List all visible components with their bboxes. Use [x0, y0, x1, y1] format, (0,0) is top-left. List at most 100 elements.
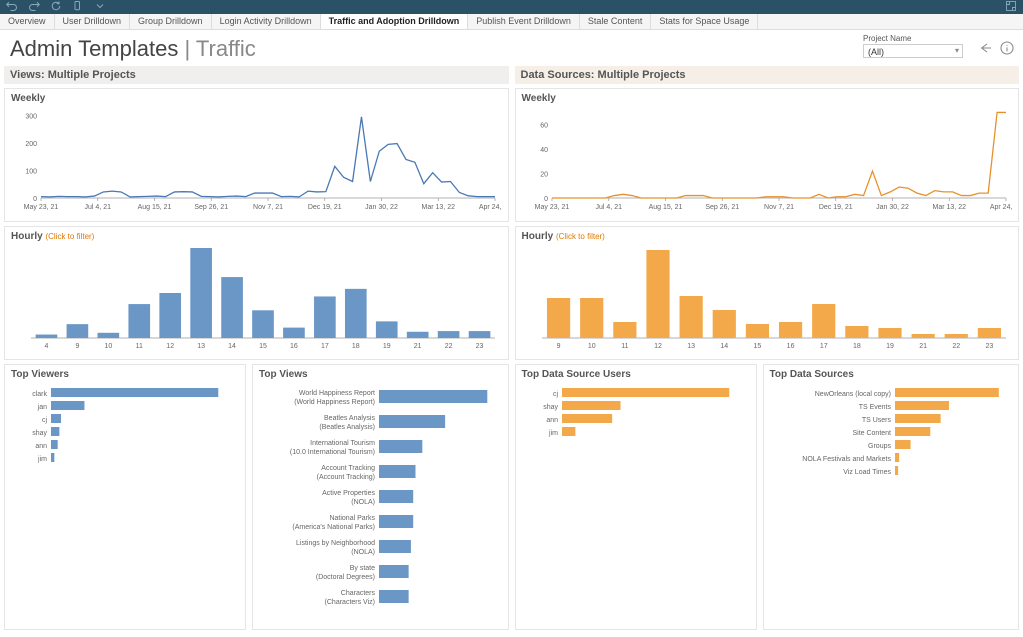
- svg-text:(10.0 International Tourism): (10.0 International Tourism): [290, 449, 375, 456]
- svg-text:ann: ann: [546, 417, 558, 424]
- svg-text:100: 100: [25, 169, 37, 176]
- chevron-down-icon[interactable]: [94, 0, 106, 15]
- svg-text:(NOLA): (NOLA): [351, 549, 375, 556]
- svg-text:13: 13: [197, 343, 205, 350]
- top-views-card: Top Views World Happiness Report(World H…: [252, 364, 509, 630]
- ds-hourly-card: Hourly (Click to filter) 910111213141516…: [515, 226, 1020, 360]
- svg-text:Mar 13, 22: Mar 13, 22: [422, 204, 456, 211]
- svg-text:Dec 19, 21: Dec 19, 21: [818, 204, 852, 211]
- svg-text:(Characters Viz): (Characters Viz): [325, 599, 375, 606]
- svg-text:0: 0: [544, 196, 548, 203]
- redo-icon[interactable]: [28, 0, 40, 15]
- top-ds-chart[interactable]: NewOrleans (local copy) TS Events TS Users…: [770, 382, 1008, 622]
- top-views-chart[interactable]: World Happiness Report(World Happiness R…: [259, 382, 497, 622]
- svg-text:11: 11: [621, 343, 628, 350]
- back-arrow-icon[interactable]: [977, 40, 993, 59]
- svg-text:jim: jim: [548, 430, 558, 437]
- svg-text:19: 19: [886, 343, 894, 350]
- svg-text:(World Happiness Report): (World Happiness Report): [294, 399, 375, 406]
- svg-text:13: 13: [687, 343, 695, 350]
- svg-text:(NOLA): (NOLA): [351, 499, 375, 506]
- top-ds-title: Top Data Sources: [770, 369, 1013, 380]
- svg-text:shay: shay: [543, 404, 558, 411]
- svg-text:22: 22: [952, 343, 960, 350]
- device-icon[interactable]: [72, 0, 84, 15]
- svg-text:Aug 15, 21: Aug 15, 21: [648, 204, 682, 211]
- views-hourly-card: Hourly (Click to filter) 491011121314151…: [4, 226, 509, 360]
- tab-login-activity[interactable]: Login Activity Drilldown: [212, 14, 321, 29]
- filter-select[interactable]: (All): [863, 44, 963, 58]
- svg-text:May 23, 21: May 23, 21: [24, 204, 59, 211]
- svg-text:Beatles Analysis: Beatles Analysis: [324, 415, 375, 422]
- svg-text:Site Content: Site Content: [852, 430, 891, 437]
- top-ds-card: Top Data Sources NewOrleans (local copy)…: [763, 364, 1020, 630]
- page-header: Admin Templates | Traffic Project Name (…: [0, 30, 1023, 66]
- views-panel-title: Views: Multiple Projects: [4, 66, 509, 84]
- svg-text:17: 17: [819, 343, 827, 350]
- svg-text:Jan 30, 22: Jan 30, 22: [365, 204, 398, 211]
- svg-text:cj: cj: [42, 417, 48, 424]
- svg-text:4: 4: [45, 343, 49, 350]
- svg-text:TS Users: TS Users: [861, 417, 891, 424]
- svg-text:By state: By state: [350, 565, 375, 572]
- refresh-icon[interactable]: [50, 0, 62, 15]
- svg-text:NewOrleans (local copy): NewOrleans (local copy): [814, 391, 890, 398]
- svg-text:Aug 15, 21: Aug 15, 21: [138, 204, 172, 211]
- svg-text:20: 20: [540, 172, 548, 179]
- top-ds-users-title: Top Data Source Users: [522, 369, 750, 380]
- top-viewers-title: Top Viewers: [11, 369, 239, 380]
- svg-text:Jan 30, 22: Jan 30, 22: [876, 204, 909, 211]
- svg-text:18: 18: [852, 343, 860, 350]
- svg-text:jim: jim: [37, 456, 47, 463]
- tab-publish-event[interactable]: Publish Event Drilldown: [468, 14, 580, 29]
- svg-text:21: 21: [414, 343, 422, 350]
- project-filter[interactable]: Project Name (All): [863, 34, 963, 58]
- svg-text:Jul 4, 21: Jul 4, 21: [595, 204, 622, 211]
- svg-text:Active Properties: Active Properties: [322, 490, 375, 497]
- tab-traffic-adoption[interactable]: Traffic and Adoption Drilldown: [321, 14, 469, 29]
- tab-space-usage[interactable]: Stats for Space Usage: [651, 14, 758, 29]
- svg-text:shay: shay: [32, 430, 47, 437]
- svg-text:9: 9: [75, 343, 79, 350]
- ds-weekly-title: Weekly: [522, 93, 1013, 104]
- filter-label: Project Name: [863, 34, 963, 43]
- tab-user-drilldown[interactable]: User Drilldown: [55, 14, 131, 29]
- top-viewers-chart[interactable]: clarkjancjshayannjim: [11, 382, 239, 622]
- views-weekly-card: Weekly 0100200300May 23, 21Jul 4, 21Aug …: [4, 88, 509, 222]
- svg-text:10: 10: [587, 343, 595, 350]
- ds-panel-title: Data Sources: Multiple Projects: [515, 66, 1020, 84]
- svg-text:40: 40: [540, 147, 548, 154]
- ds-hourly-chart[interactable]: 910111213141516171819212223: [522, 244, 1012, 352]
- svg-text:10: 10: [104, 343, 112, 350]
- views-weekly-title: Weekly: [11, 93, 502, 104]
- svg-text:21: 21: [919, 343, 927, 350]
- views-weekly-chart[interactable]: 0100200300May 23, 21Jul 4, 21Aug 15, 21S…: [11, 106, 501, 214]
- info-icon[interactable]: [999, 40, 1015, 59]
- svg-text:TS Events: TS Events: [858, 404, 891, 411]
- undo-icon[interactable]: [6, 0, 18, 15]
- tab-overview[interactable]: Overview: [0, 14, 55, 29]
- svg-text:14: 14: [228, 343, 236, 350]
- svg-text:(Doctoral Degrees): (Doctoral Degrees): [316, 574, 375, 581]
- svg-text:16: 16: [786, 343, 794, 350]
- ds-hourly-title: Hourly (Click to filter): [522, 231, 1013, 242]
- svg-text:15: 15: [753, 343, 761, 350]
- svg-text:23: 23: [985, 343, 993, 350]
- expand-icon[interactable]: [1005, 0, 1017, 15]
- top-ds-users-chart[interactable]: cj shay ann jim: [522, 382, 750, 622]
- svg-text:cj: cj: [552, 391, 558, 398]
- ds-weekly-card: Weekly 0204060May 23, 21Jul 4, 21Aug 15,…: [515, 88, 1020, 222]
- svg-text:Apr 24, 22: Apr 24, 22: [989, 204, 1011, 211]
- svg-text:Apr 24, 22: Apr 24, 22: [479, 204, 501, 211]
- svg-text:International Tourism: International Tourism: [310, 440, 375, 447]
- svg-text:jan: jan: [37, 404, 47, 411]
- ds-weekly-chart[interactable]: 0204060May 23, 21Jul 4, 21Aug 15, 21Sep …: [522, 106, 1012, 214]
- tab-stale-content[interactable]: Stale Content: [580, 14, 652, 29]
- views-hourly-chart[interactable]: 4910111213141516171819212223: [11, 244, 501, 352]
- svg-text:Listings by Neighborhood: Listings by Neighborhood: [296, 540, 375, 547]
- svg-text:Nov 7, 21: Nov 7, 21: [253, 204, 283, 211]
- svg-text:Dec 19, 21: Dec 19, 21: [308, 204, 342, 211]
- tab-group-drilldown[interactable]: Group Drilldown: [130, 14, 212, 29]
- svg-text:9: 9: [556, 343, 560, 350]
- svg-text:(America's National Parks): (America's National Parks): [292, 524, 375, 531]
